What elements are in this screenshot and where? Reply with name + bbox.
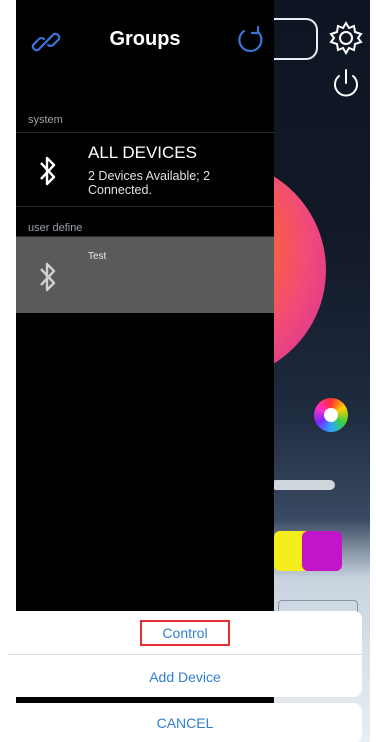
brightness-slider[interactable] bbox=[271, 480, 335, 490]
group-row-test[interactable]: Test bbox=[16, 237, 274, 313]
power-icon[interactable] bbox=[328, 66, 364, 102]
group-name: ALL DEVICES bbox=[88, 143, 197, 162]
control-option-label: Control bbox=[140, 619, 230, 646]
action-sheet: Control Add Device bbox=[8, 611, 362, 697]
refresh-icon[interactable] bbox=[234, 24, 266, 56]
control-option[interactable]: Control bbox=[8, 611, 362, 654]
group-status: 2 Devices Available; 2 Connected. bbox=[88, 169, 211, 197]
bluetooth-icon bbox=[40, 156, 56, 186]
drawer-header: Groups bbox=[16, 0, 274, 90]
color-wheel-icon[interactable] bbox=[314, 398, 348, 432]
cancel-button[interactable]: CANCEL bbox=[8, 703, 362, 742]
section-label-user-define: user define bbox=[28, 222, 83, 234]
add-device-option[interactable]: Add Device bbox=[8, 655, 362, 697]
group-name: Test bbox=[88, 251, 107, 262]
gear-icon[interactable] bbox=[328, 20, 364, 56]
section-label-system: system bbox=[28, 114, 63, 126]
group-row-all-devices[interactable]: ALL DEVICES 2 Devices Available; 2 Conne… bbox=[16, 133, 274, 206]
color-swatch-magenta[interactable] bbox=[302, 531, 342, 571]
divider bbox=[16, 206, 274, 207]
bluetooth-icon bbox=[40, 262, 56, 292]
